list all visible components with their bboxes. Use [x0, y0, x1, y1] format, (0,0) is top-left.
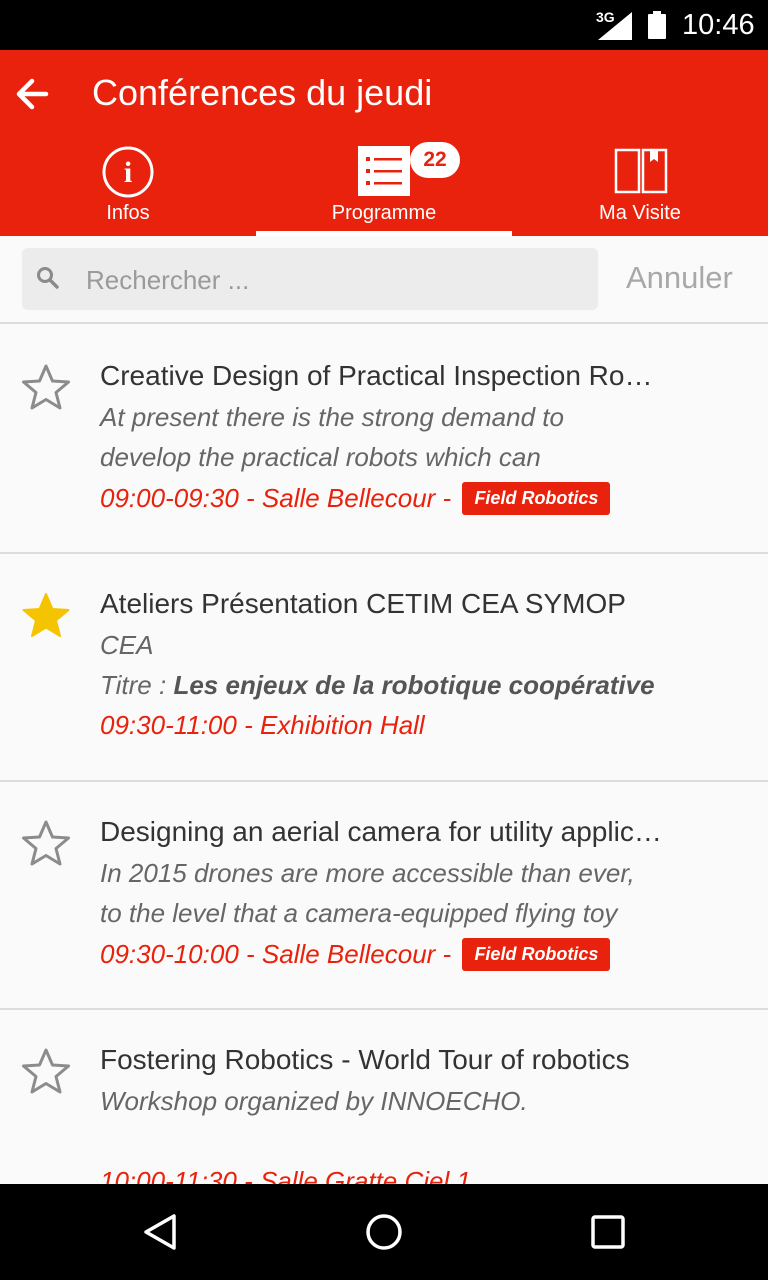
- session-time-room: 10:00-11:30 - Salle Gratte Ciel 1: [100, 1166, 471, 1184]
- tab-label: Ma Visite: [599, 202, 681, 224]
- back-icon[interactable]: [140, 1212, 180, 1252]
- cancel-button[interactable]: Annuler: [626, 260, 733, 296]
- home-icon[interactable]: [364, 1212, 404, 1252]
- session-description: At present there is the strong demand to: [100, 402, 564, 432]
- session-description: Workshop organized by INNOECHO.: [100, 1086, 528, 1116]
- session-title: Ateliers Présentation CETIM CEA SYMOP: [100, 588, 626, 619]
- tab-programme[interactable]: Programme: [256, 138, 512, 236]
- session-title: Creative Design of Practical Inspection …: [100, 360, 664, 391]
- session-title: Fostering Robotics - World Tour of robot…: [100, 1044, 630, 1075]
- list-icon: [358, 146, 410, 196]
- list-item[interactable]: Designing an aerial camera for utility a…: [0, 782, 768, 1010]
- programme-count-badge: 22: [410, 142, 460, 178]
- session-time-room: 09:00-09:30 - Salle Bellecour -: [100, 483, 459, 513]
- svg-text:i: i: [124, 156, 132, 189]
- subtitle-prefix: Titre :: [100, 670, 174, 700]
- session-speaker: CEA: [100, 630, 154, 660]
- session-meta: 09:00-09:30 - Salle Bellecour - Field Ro…: [100, 482, 611, 515]
- back-arrow-icon[interactable]: [12, 74, 52, 114]
- star-outline-icon[interactable]: [20, 1046, 72, 1098]
- session-description: develop the practical robots which can: [100, 442, 541, 472]
- star-outline-icon[interactable]: [20, 362, 72, 414]
- session-time-room: 09:30-11:00 - Exhibition Hall: [100, 710, 425, 740]
- book-icon: [614, 148, 668, 194]
- search-bar: Rechercher ... Annuler: [0, 236, 768, 324]
- recents-icon[interactable]: [588, 1212, 628, 1252]
- signal-icon: [598, 12, 632, 40]
- search-icon: [37, 267, 59, 289]
- battery-icon: [648, 11, 666, 39]
- list-item[interactable]: Creative Design of Practical Inspection …: [0, 326, 768, 554]
- star-filled-icon[interactable]: [20, 590, 72, 642]
- clock: 10:46: [682, 9, 755, 41]
- subtitle-text: Les enjeux de la robotique coopérative: [173, 670, 655, 700]
- session-subtitle: Titre : Les enjeux de la robotique coopé…: [100, 670, 655, 701]
- session-description: to the level that a camera-equipped flyi…: [100, 898, 618, 928]
- tab-ma-visite[interactable]: Ma Visite: [512, 138, 768, 236]
- status-bar: 3G 10:46: [0, 0, 768, 50]
- list-item[interactable]: Fostering Robotics - World Tour of robot…: [0, 1010, 768, 1184]
- category-tag: Field Robotics: [462, 482, 611, 515]
- search-input[interactable]: Rechercher ...: [22, 248, 598, 310]
- session-time-room: 09:30-10:00 - Salle Bellecour -: [100, 939, 459, 969]
- system-nav-bar: [0, 1184, 768, 1280]
- session-meta: 09:30-10:00 - Salle Bellecour - Field Ro…: [100, 938, 611, 971]
- tab-label: Infos: [106, 202, 150, 224]
- star-outline-icon[interactable]: [20, 818, 72, 870]
- list-item[interactable]: Ateliers Présentation CETIM CEA SYMOP CE…: [0, 554, 768, 782]
- session-description: In 2015 drones are more accessible than …: [100, 858, 635, 888]
- info-icon: i: [102, 146, 154, 198]
- tab-infos[interactable]: i Infos: [0, 138, 256, 236]
- session-title: Designing an aerial camera for utility a…: [100, 816, 664, 847]
- tab-label: Programme: [331, 202, 437, 224]
- session-list: Creative Design of Practical Inspection …: [0, 326, 768, 1184]
- search-placeholder: Rechercher ...: [86, 265, 250, 295]
- page-title: Conférences du jeudi: [92, 72, 433, 113]
- category-tag: Field Robotics: [462, 938, 611, 971]
- app-bar: Conférences du jeudi i Infos Programme 2…: [0, 50, 768, 236]
